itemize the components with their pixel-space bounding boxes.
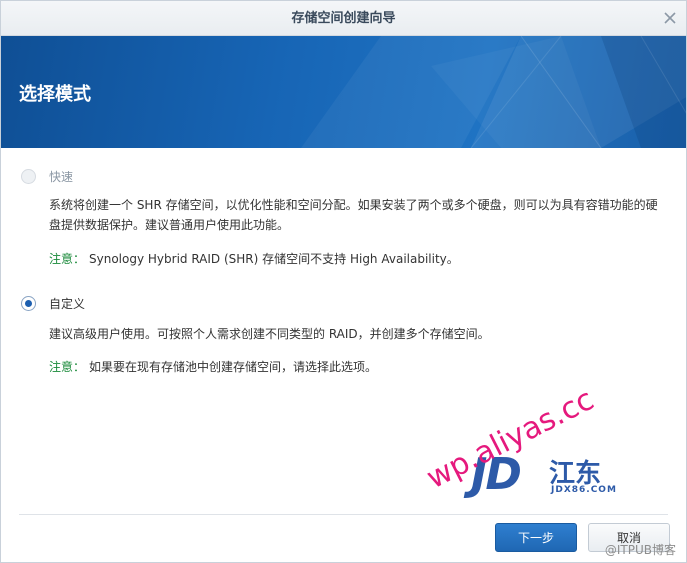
quick-description: 系统将创建一个 SHR 存储空间，以优化性能和空间分配。如果安装了两个或多个硬盘…	[49, 198, 658, 232]
quick-note: 注意： Synology Hybrid RAID (SHR) 存储空间不支持 Hi…	[49, 250, 459, 267]
option-custom[interactable]: 自定义	[21, 295, 85, 312]
custom-note-label: 注意：	[49, 360, 86, 374]
quick-note-text: Synology Hybrid RAID (SHR) 存储空间不支持 High …	[89, 252, 459, 266]
banner-decoration	[301, 36, 686, 148]
quick-label: 快速	[49, 170, 74, 184]
dialog-title: 存储空间创建向导	[291, 11, 396, 26]
quick-note-label: 注意：	[49, 252, 86, 266]
jd-domain-watermark: JDX86.COM	[551, 485, 617, 495]
title-bar: 存储空间创建向导	[1, 1, 686, 36]
storage-wizard-dialog: 存储空间创建向导 选择模式 快速 系统将创建一个 SHR 存储空间，以优化性能和…	[0, 0, 687, 563]
custom-note-text: 如果要在现有存储池中创建存储空间，请选择此选项。	[89, 360, 378, 374]
custom-note: 注意： 如果要在现有存储池中创建存储空间，请选择此选项。	[49, 358, 377, 375]
close-icon[interactable]	[662, 10, 678, 26]
header-banner: 选择模式	[1, 36, 686, 148]
custom-label[interactable]: 自定义	[49, 295, 85, 312]
step-heading: 选择模式	[19, 84, 91, 105]
custom-description: 建议高级用户使用。可按照个人需求创建不同类型的 RAID，并创建多个存储空间。	[49, 327, 490, 341]
footer-divider	[19, 514, 668, 515]
quick-radio	[21, 169, 36, 184]
option-quick: 快速	[21, 168, 73, 185]
custom-radio[interactable]	[21, 296, 36, 311]
next-button[interactable]: 下一步	[495, 523, 577, 552]
itpub-watermark: @ITPUB博客	[604, 543, 676, 557]
